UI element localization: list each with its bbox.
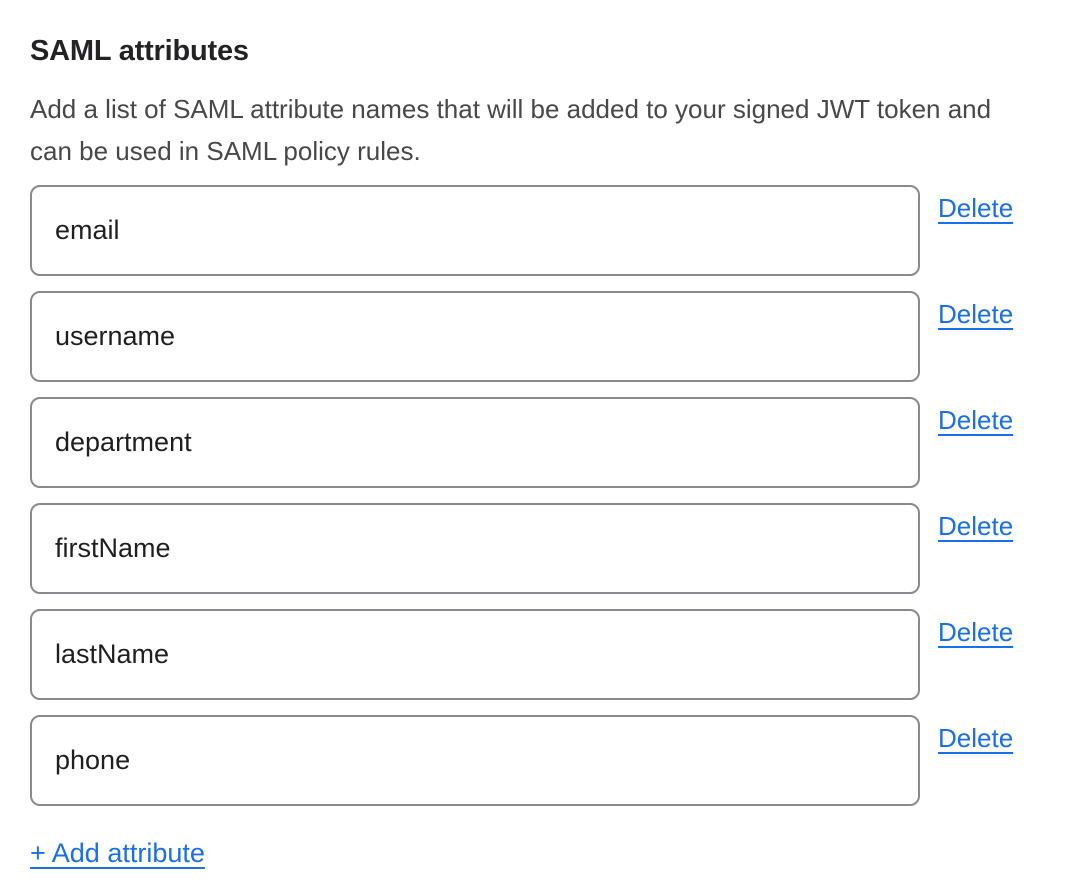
section-title: SAML attributes [30, 34, 1036, 68]
attribute-row: Delete [30, 291, 1036, 382]
delete-attribute-link[interactable]: Delete [938, 511, 1013, 541]
delete-attribute-link[interactable]: Delete [938, 617, 1013, 647]
section-description: Add a list of SAML attribute names that … [30, 88, 1036, 172]
delete-attribute-link[interactable]: Delete [938, 299, 1013, 329]
attribute-row: Delete [30, 397, 1036, 488]
attribute-row: Delete [30, 715, 1036, 806]
attribute-row: Delete [30, 503, 1036, 594]
attribute-list: Delete Delete Delete Delete Delete Delet… [30, 185, 1036, 806]
delete-attribute-link[interactable]: Delete [938, 723, 1013, 753]
add-attribute-link[interactable]: + Add attribute [30, 837, 205, 869]
delete-attribute-link[interactable]: Delete [938, 405, 1013, 435]
saml-attributes-section: SAML attributes Add a list of SAML attri… [0, 0, 1066, 869]
delete-attribute-link[interactable]: Delete [938, 193, 1013, 223]
attribute-input-firstname[interactable] [30, 503, 920, 594]
attribute-input-phone[interactable] [30, 715, 920, 806]
attribute-row: Delete [30, 185, 1036, 276]
attribute-row: Delete [30, 609, 1036, 700]
attribute-input-lastname[interactable] [30, 609, 920, 700]
attribute-input-username[interactable] [30, 291, 920, 382]
attribute-input-email[interactable] [30, 185, 920, 276]
attribute-input-department[interactable] [30, 397, 920, 488]
